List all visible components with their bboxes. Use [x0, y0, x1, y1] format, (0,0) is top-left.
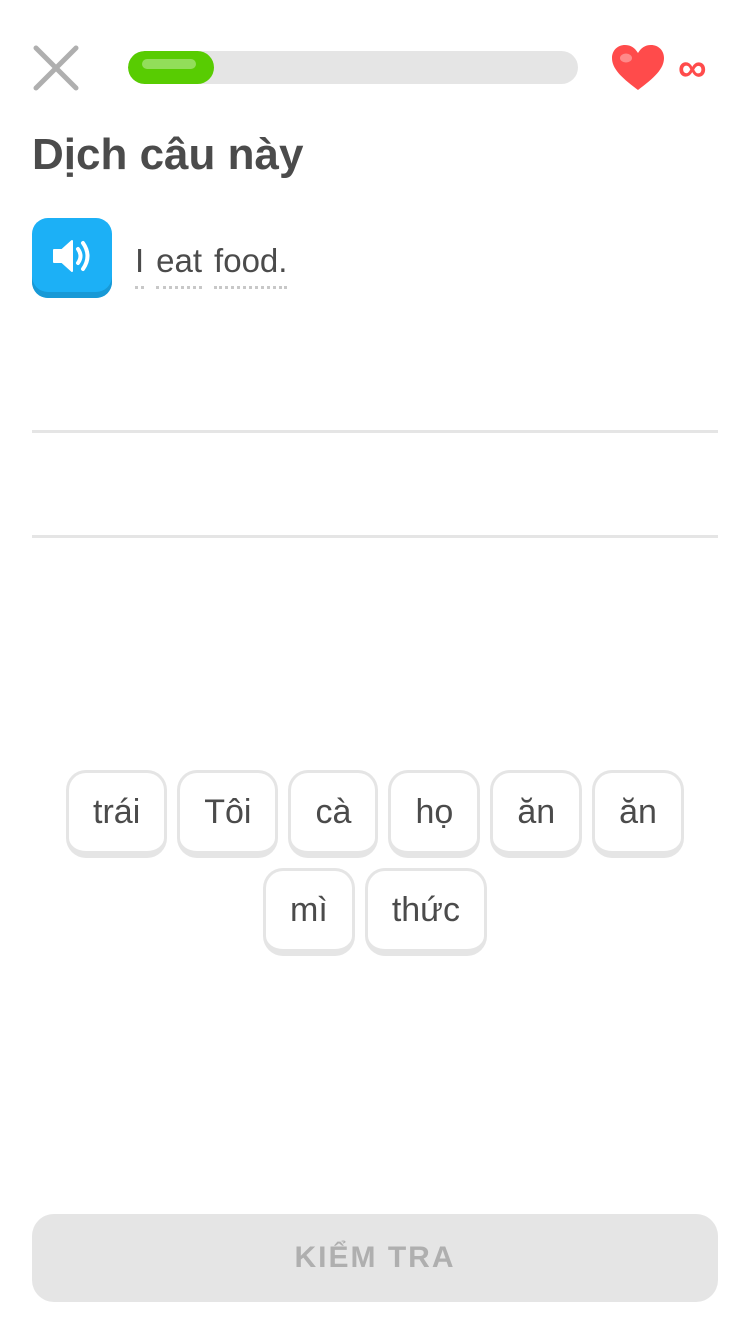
hearts-infinity-label: ∞: [678, 46, 707, 90]
word-bank: trái Tôi cà họ ăn ăn mì thức: [32, 770, 718, 956]
prompt-word[interactable]: I: [135, 238, 145, 289]
check-button[interactable]: KIỂM TRA: [32, 1214, 718, 1302]
progress-bar: [128, 51, 578, 84]
page-title: Dịch câu này: [32, 130, 304, 179]
answer-line: [32, 535, 718, 538]
close-button[interactable]: [30, 42, 82, 94]
answer-line: [32, 430, 718, 433]
prompt-word[interactable]: food.: [214, 238, 288, 289]
word-tile[interactable]: ăn: [490, 770, 583, 858]
word-tile[interactable]: ăn: [592, 770, 684, 858]
word-tile[interactable]: họ: [388, 770, 481, 858]
word-tile[interactable]: cà: [288, 770, 379, 858]
word-tile[interactable]: mì: [263, 868, 355, 956]
heart-icon: [612, 45, 664, 90]
hearts-counter[interactable]: ∞: [610, 44, 722, 92]
close-icon: [33, 45, 79, 91]
speaker-icon: [53, 240, 90, 272]
prompt-sentence: I eat food.: [135, 238, 288, 289]
word-tile[interactable]: thức: [364, 868, 487, 956]
progress-shine: [142, 59, 196, 69]
prompt-word[interactable]: eat: [156, 238, 203, 289]
word-tile[interactable]: Tôi: [177, 770, 279, 858]
progress-fill: [128, 51, 214, 84]
play-audio-button[interactable]: [32, 218, 112, 298]
word-tile[interactable]: trái: [66, 770, 168, 858]
